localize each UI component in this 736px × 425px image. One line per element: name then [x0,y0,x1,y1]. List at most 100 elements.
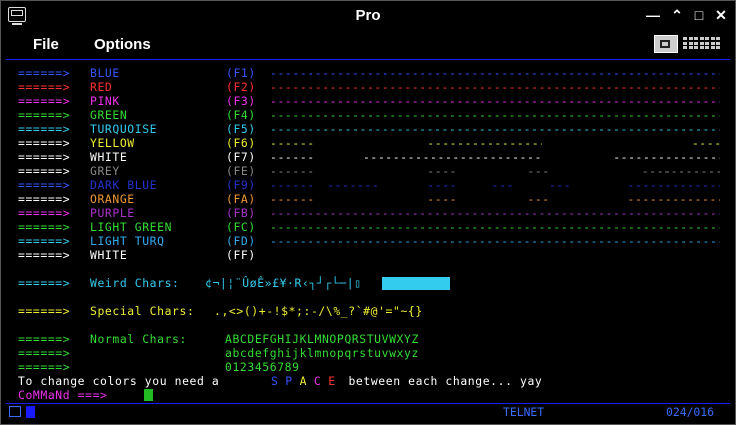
terminal-window: Pro — ⌃ □ ✕ File Options ======> BLUE (F1)… [0,0,736,425]
color-line: ======> GREY (FE) ------ ---- --- ---- -------- [18,164,730,178]
normal-chars-line: ======> abcdefghijklmnopqrstuvwxyz [18,346,730,360]
function-key: (F1) [226,66,256,80]
color-name: WHITE [90,248,128,262]
menu-file[interactable]: File [33,36,59,53]
dash-segment: ------ [270,150,313,164]
menu-options[interactable]: Options [94,36,151,53]
window-title: Pro [355,7,381,24]
dash-segment: --- [527,192,549,206]
line-arrow: ======> [18,304,71,318]
restore-icon[interactable]: ⌃ [669,7,685,23]
line-arrow: ======> [18,220,71,234]
status-indicator-icon [9,406,21,417]
color-name: BLUE [90,66,120,80]
color-name: PINK [90,94,120,108]
space-letter: S [271,374,279,388]
function-key: (FE) [226,164,256,178]
dash-segment: ------ [270,178,313,192]
color-line: ======> WHITE (F7) ------ ------------------… [18,150,730,164]
function-key: (F3) [226,94,256,108]
menu-bar: File Options [1,31,735,59]
line-arrow: ======> [18,346,71,360]
weird-chars-line: ======> Weird Chars: ¢¬|¦¨ÛøÊ»£¥·R‹┐┘┌└─|▯ [18,276,730,290]
command-prompt: CoMMaNd ===> [18,388,108,402]
dash-segment: ----------------------------------------… [270,234,721,248]
line-arrow: ======> [18,248,71,262]
function-key: (FB) [226,206,256,220]
color-line: ======> TURQUOISE (F5) --------------------… [18,122,730,136]
space-letter: E [328,374,336,388]
close-icon[interactable]: ✕ [713,7,729,23]
space-letter: A [299,374,308,388]
dash-segment: ------ [270,192,313,206]
keyboard-icon[interactable] [683,37,723,51]
dash-segment: --- [527,164,549,178]
function-key: (F5) [226,122,256,136]
dash-segment: ------ [270,164,313,178]
function-key: (F7) [226,150,256,164]
special-characters: .,<>()+-!$*;:-/\%_?`#@'="~{} [214,304,423,318]
line-arrow: ======> [18,66,71,80]
normal-characters: 0123456789 [225,360,300,374]
normal-characters: ABCDEFGHIJKLMNOPQRSTUVWXYZ [225,332,419,346]
color-name: PURPLE [90,206,135,220]
dash-segment: ------------- [627,192,721,206]
dash-segment: ---- [427,164,456,178]
dash-segment: ---- [427,178,456,192]
color-name: GREY [90,164,120,178]
text-cursor [144,389,153,401]
color-line: ======> YELLOW (F6) ------ ---------------- -… [18,136,730,150]
space-letter: P [285,374,293,388]
function-key: (F2) [226,80,256,94]
line-arrow: ======> [18,94,71,108]
color-name: YELLOW [90,136,135,150]
color-name: LIGHT GREEN [90,220,173,234]
line-arrow: ======> [18,276,71,290]
command-line[interactable]: CoMMaNd ===> [18,388,730,402]
space-letter: C [313,374,322,388]
function-key: (FC) [226,220,256,234]
dash-segment: ------------- [627,178,721,192]
color-line: ======> BLUE (F1) -------------------------… [18,66,730,80]
block-characters [382,277,450,290]
keyboard-lock-icon[interactable] [654,35,678,53]
color-line: ======> PURPLE (FB) -----------------------… [18,206,730,220]
color-name: ORANGE [90,192,135,206]
instruction-line: To change colors you need a SPACE betwee… [18,374,730,388]
status-bar: TELNET 024/016 [6,403,730,421]
maximize-icon[interactable]: □ [691,7,707,23]
title-bar: Pro — ⌃ □ ✕ [1,1,735,31]
function-key: (F6) [226,136,256,150]
line-arrow: ======> [18,80,71,94]
dash-segment: --- [491,178,514,192]
dash-segment: ------- [327,178,378,192]
color-line: ======> RED (F2) --------------------------… [18,80,730,94]
dash-segment: ---- [427,192,456,206]
dash-segment: ---------------- [427,136,542,150]
normal-label: Normal Chars: [90,332,187,346]
cursor-position: 024/016 [666,405,715,419]
function-key: (F9) [226,178,256,192]
minimize-icon[interactable]: — [645,7,661,23]
color-name: LIGHT TURQ [90,234,165,248]
status-mode: TELNET [503,405,545,419]
dash-segment: ------------------------- [362,150,542,164]
special-label: Special Chars: [90,304,195,318]
status-block [26,406,35,418]
dash-segment: ----------------------------------------… [270,94,721,108]
color-line: ======> LIGHT TURQ (FD) -------------------… [18,234,730,248]
line-arrow: ======> [18,332,71,346]
function-key: (F4) [226,108,256,122]
line-arrow: ======> [18,150,71,164]
line-arrow: ======> [18,360,71,374]
color-name: WHITE [90,150,128,164]
line-arrow: ======> [18,108,71,122]
line-arrow: ======> [18,164,71,178]
dash-segment: ----------------------------------------… [270,122,721,136]
dash-segment: --------------- [613,150,721,164]
dash-segment: ----------------------------------------… [270,108,721,122]
terminal-screen[interactable]: ======> BLUE (F1) -------------------------… [6,59,730,404]
color-line: ======> LIGHT GREEN (FC) ------------------… [18,220,730,234]
line-arrow: ======> [18,192,71,206]
dash-segment: ----------------------------------------… [270,80,721,94]
